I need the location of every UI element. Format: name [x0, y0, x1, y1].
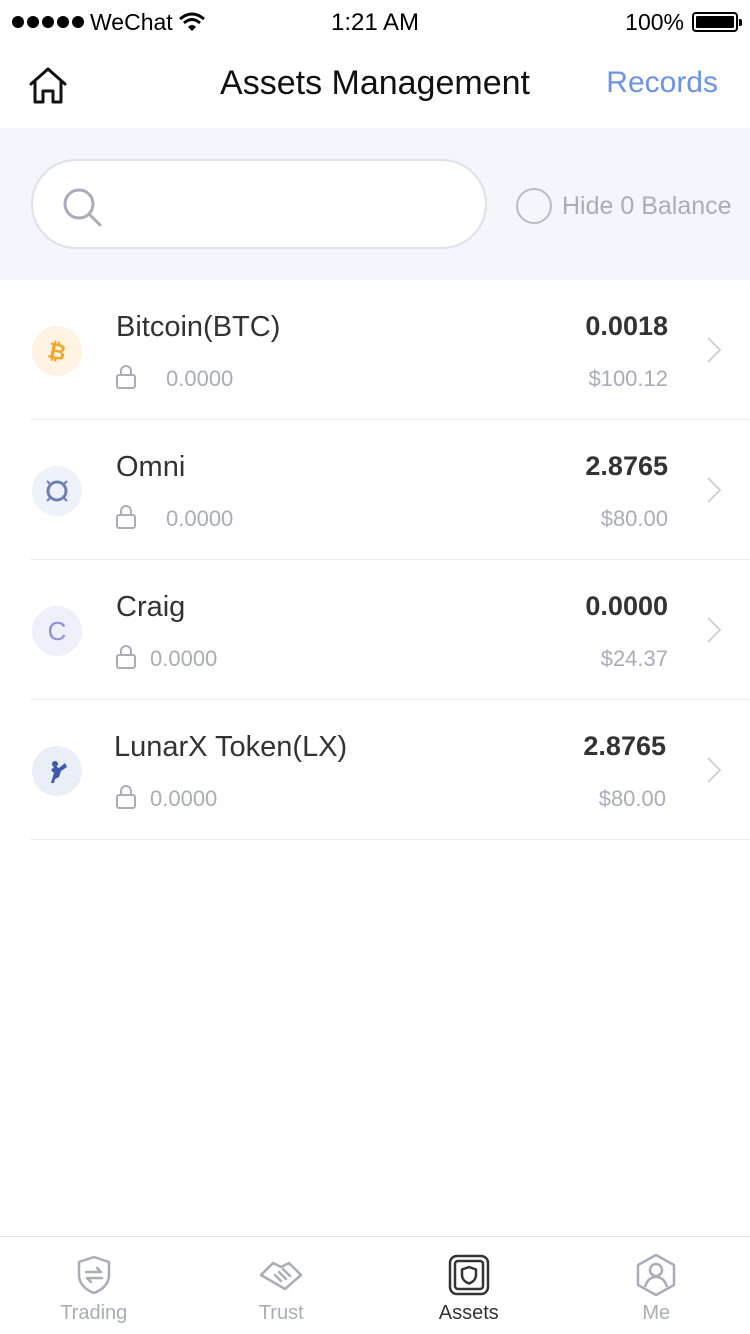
- asset-row-craig[interactable]: C Craig 0.0000 0.0000 $24.37: [0, 560, 750, 700]
- craig-letter: C: [47, 615, 67, 646]
- assets-safe-icon: [448, 1254, 489, 1296]
- tab-trading[interactable]: Trading: [0, 1237, 188, 1334]
- asset-balance: 0.0018: [585, 311, 668, 341]
- status-right: 100%: [625, 8, 742, 36]
- tab-label: Trading: [60, 1302, 128, 1324]
- search-input[interactable]: [119, 181, 459, 229]
- battery-percent: 100%: [625, 8, 684, 35]
- locked-amount: 0.0000: [166, 506, 234, 531]
- tab-label: Assets: [438, 1302, 499, 1324]
- lunarx-icon: [32, 746, 82, 796]
- search-icon: [63, 188, 102, 227]
- craig-letter-icon: C: [32, 606, 82, 656]
- hide-zero-balance-toggle[interactable]: Hide 0 Balance: [516, 188, 732, 224]
- asset-name: Craig: [116, 591, 186, 623]
- asset-usd-value: $80.00: [598, 786, 666, 811]
- locked-amount: 0.0000: [150, 646, 218, 671]
- lock-icon: [116, 505, 136, 529]
- lock-icon: [116, 365, 136, 389]
- asset-row-bitcoin[interactable]: ₿ Bitcoin(BTC) 0.0000 0.0018 $100.12: [0, 280, 750, 420]
- hide-zero-balance-label: Hide 0 Balance: [562, 191, 732, 220]
- tab-me[interactable]: Me: [563, 1237, 750, 1334]
- asset-list: ₿ Bitcoin(BTC) 0.0000 0.0018 $100.12 Omn…: [0, 280, 750, 840]
- asset-row-omni[interactable]: Omni 0.0000 2.8765 $80.00: [0, 420, 750, 560]
- chevron-right-icon: [707, 337, 722, 363]
- locked-amount: 0.0000: [166, 366, 234, 391]
- status-bar: WeChat 1:21 AM 100%: [0, 0, 750, 44]
- asset-row-lunarx[interactable]: LunarX Token(LX) 0.0000 2.8765 $80.00: [0, 700, 750, 840]
- svg-text:₿: ₿: [46, 338, 69, 364]
- lock-icon: [116, 645, 136, 669]
- asset-usd-value: $80.00: [600, 506, 668, 531]
- records-button[interactable]: Records: [606, 66, 718, 100]
- tab-bar: Trading Trust Assets Me: [0, 1236, 750, 1334]
- asset-balance: 2.8765: [585, 451, 668, 481]
- handshake-icon: [260, 1261, 303, 1291]
- trading-shield-icon: [77, 1255, 110, 1295]
- bitcoin-icon: ₿: [32, 326, 82, 376]
- lock-icon: [116, 785, 136, 809]
- person-icon: [637, 1253, 676, 1297]
- chevron-right-icon: [707, 477, 722, 503]
- locked-amount: 0.0000: [150, 786, 218, 811]
- search-box[interactable]: [31, 159, 487, 249]
- tab-assets[interactable]: Assets: [375, 1237, 563, 1334]
- nav-bar: Assets Management Records: [0, 44, 750, 128]
- chevron-right-icon: [707, 617, 722, 643]
- tab-label: Me: [642, 1302, 671, 1324]
- chevron-right-icon: [707, 757, 722, 783]
- asset-name: Bitcoin(BTC): [116, 311, 281, 343]
- asset-usd-value: $100.12: [588, 366, 668, 391]
- battery-icon: [692, 12, 742, 32]
- row-divider: [30, 839, 750, 840]
- search-area: Hide 0 Balance: [0, 128, 750, 280]
- asset-name: Omni: [116, 451, 186, 483]
- omni-icon: [32, 466, 82, 516]
- radio-circle-icon[interactable]: [516, 188, 552, 224]
- tab-trust[interactable]: Trust: [188, 1237, 376, 1334]
- asset-name: LunarX Token(LX): [114, 731, 348, 763]
- asset-usd-value: $24.37: [600, 646, 668, 671]
- asset-balance: 2.8765: [583, 731, 666, 761]
- tab-label: Trust: [258, 1302, 304, 1324]
- asset-balance: 0.0000: [585, 591, 668, 621]
